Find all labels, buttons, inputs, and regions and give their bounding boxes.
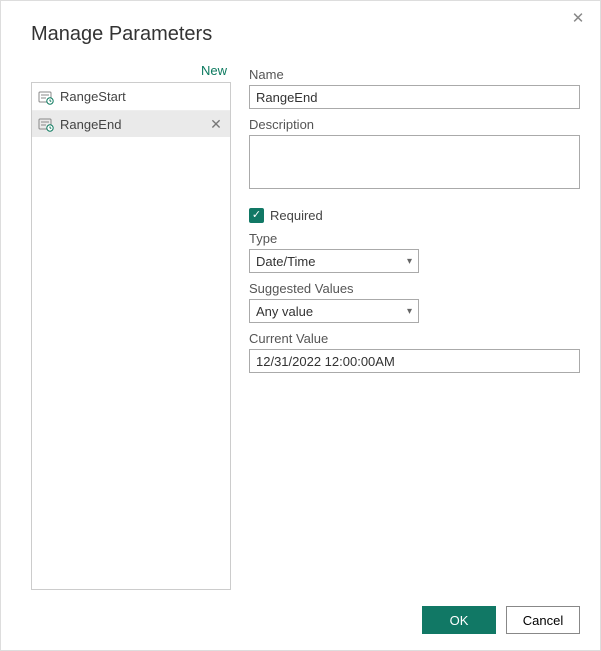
list-item-label: RangeEnd (60, 117, 202, 132)
dialog-footer: OK Cancel (422, 606, 580, 634)
parameters-panel: New RangeStart (31, 63, 231, 590)
dialog-title: Manage Parameters (1, 1, 600, 46)
parameter-icon (38, 89, 54, 105)
type-value: Date/Time (256, 254, 315, 269)
list-item[interactable]: RangeStart (32, 83, 230, 110)
suggested-values-dropdown[interactable]: Any value ▾ (249, 299, 419, 323)
description-input[interactable] (249, 135, 580, 189)
dialog-body: New RangeStart (31, 63, 580, 590)
close-icon[interactable]: ✕ (568, 9, 588, 29)
chevron-down-icon: ▾ (407, 306, 412, 317)
description-label: Description (249, 117, 580, 132)
list-item-label: RangeStart (60, 89, 224, 104)
required-label: Required (270, 208, 323, 223)
required-checkbox[interactable]: ✓ (249, 208, 264, 223)
parameter-form: Name Description ✓ Required Type Date/Ti… (249, 63, 580, 590)
type-label: Type (249, 231, 580, 246)
cancel-button[interactable]: Cancel (506, 606, 580, 634)
type-dropdown[interactable]: Date/Time ▾ (249, 249, 419, 273)
name-label: Name (249, 67, 580, 82)
parameter-icon (38, 116, 54, 132)
current-value-input[interactable] (249, 349, 580, 373)
name-input[interactable] (249, 85, 580, 109)
suggested-values-value: Any value (256, 304, 313, 319)
ok-button[interactable]: OK (422, 606, 496, 634)
delete-icon[interactable]: ✕ (208, 116, 224, 133)
manage-parameters-dialog: ✕ Manage Parameters New (0, 0, 601, 651)
list-item[interactable]: RangeEnd ✕ (32, 110, 230, 137)
suggested-values-label: Suggested Values (249, 281, 580, 296)
new-parameter-link[interactable]: New (201, 63, 231, 82)
chevron-down-icon: ▾ (407, 256, 412, 267)
current-value-label: Current Value (249, 331, 580, 346)
parameters-list: RangeStart RangeEnd ✕ (31, 82, 231, 590)
